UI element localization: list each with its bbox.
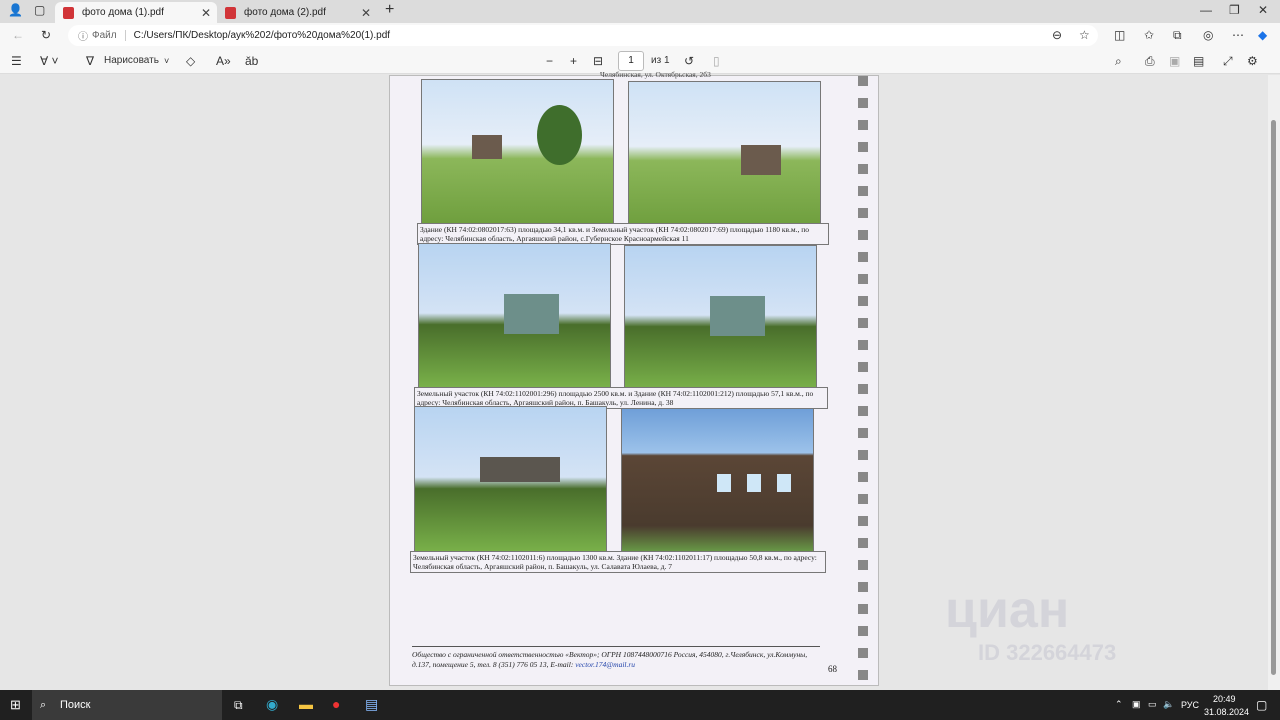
tray-chevron-icon[interactable]: ⌃ xyxy=(1115,699,1123,710)
photo-house-2b xyxy=(624,245,817,391)
photo-caption-3: Земельный участок (КН 74:02:1102011:6) п… xyxy=(410,551,826,573)
page-view-icon[interactable]: ▯ xyxy=(713,48,720,74)
draw-button[interactable]: Нарисовать xyxy=(104,48,159,74)
search-icon[interactable]: ⌕ xyxy=(1115,48,1122,74)
close-tab-icon[interactable]: ✕ xyxy=(361,6,371,20)
file-explorer-icon[interactable]: ▬ xyxy=(299,696,313,712)
tab-foto-doma-2[interactable]: фото дома (2).pdf ✕ xyxy=(217,2,377,23)
notepad-icon[interactable]: ▤ xyxy=(365,696,378,713)
save-as-icon[interactable]: ▤ xyxy=(1193,48,1204,74)
pdf-icon xyxy=(63,6,74,19)
footer-email-link[interactable]: vector.174@mail.ru xyxy=(575,660,635,669)
contents-icon[interactable]: ☰ xyxy=(11,48,22,74)
tab-title: фото дома (1).pdf xyxy=(82,7,164,18)
windows-start-icon[interactable]: ⊞ xyxy=(10,697,21,713)
pdf-icon xyxy=(225,6,236,19)
draw-dropdown-icon[interactable]: ˅ xyxy=(164,48,169,74)
page-number-input[interactable]: 1 xyxy=(618,51,644,71)
tab-bar: 👤 ▢ фото дома (1).pdf ✕ фото дома (2).pdf… xyxy=(0,0,1280,23)
pdf-page: Челябинская, ул. Октябрьская, 2б3 Здание… xyxy=(389,70,879,686)
photo-house-3a xyxy=(414,406,607,554)
volume-icon[interactable]: 🔈 xyxy=(1163,699,1174,710)
tab-title: фото дома (2).pdf xyxy=(244,7,326,18)
document-footer: Общество с ограниченной ответственностью… xyxy=(412,646,820,670)
clock-time[interactable]: 20:49 xyxy=(1213,694,1236,704)
favorite-star-icon[interactable]: ☆ xyxy=(1079,22,1090,48)
maximize-button[interactable]: ❐ xyxy=(1229,0,1240,23)
close-window-button[interactable]: ✕ xyxy=(1258,0,1268,23)
eraser-icon[interactable]: ◇ xyxy=(186,48,195,74)
scrollbar[interactable] xyxy=(1268,75,1280,690)
meet-icon[interactable]: ▣ xyxy=(1132,699,1141,710)
taskbar-search[interactable]: ⌕ Поиск xyxy=(32,690,222,720)
highlight-icon[interactable]: ∀ ˅ xyxy=(40,48,59,74)
split-screen-icon[interactable]: ◫ xyxy=(1114,22,1125,48)
draw-icon[interactable]: ∇ xyxy=(86,48,94,74)
zoom-icon[interactable]: ⊖ xyxy=(1052,22,1062,48)
new-tab-button[interactable]: + xyxy=(385,0,394,23)
language-indicator[interactable]: РУС xyxy=(1181,700,1199,710)
photo-house-2a xyxy=(418,243,611,389)
scrollbar-thumb[interactable] xyxy=(1271,120,1276,675)
photo-house-1b xyxy=(628,81,821,226)
photo-house-3b xyxy=(621,408,814,556)
file-label: Файл xyxy=(92,30,126,41)
read-aloud-icon[interactable]: A» xyxy=(216,48,231,74)
settings-icon[interactable]: ⚙ xyxy=(1247,48,1258,74)
minimize-button[interactable]: — xyxy=(1200,0,1212,23)
copilot-icon[interactable]: ◆ xyxy=(1258,22,1267,48)
save-icon[interactable]: ▣ xyxy=(1169,48,1180,74)
back-icon[interactable]: ← xyxy=(12,22,24,48)
photo-caption-1: Здание (КН 74:02:0802017:63) площадью 34… xyxy=(417,223,829,245)
zoom-out-icon[interactable]: − xyxy=(546,48,553,74)
address-input[interactable]: ⓘ Файл C:/Users/ПК/Desktop/аук%202/фото%… xyxy=(68,25,1098,46)
zoom-in-icon[interactable]: + xyxy=(570,48,577,74)
cut-off-text: Челябинская, ул. Октябрьская, 2б3 xyxy=(600,70,711,79)
profile-icon[interactable]: 👤 xyxy=(8,0,23,23)
notifications-icon[interactable]: ▢ xyxy=(1256,698,1267,712)
translate-icon[interactable]: ǎb xyxy=(245,48,258,74)
print-icon[interactable]: ⎙ xyxy=(1145,48,1155,74)
address-bar-row: ← ↻ ⓘ Файл C:/Users/ПК/Desktop/аук%202/ф… xyxy=(0,23,1280,48)
collections-icon[interactable]: ⧉ xyxy=(1173,22,1182,48)
fullscreen-icon[interactable]: ⤢ xyxy=(1223,48,1233,74)
tab-foto-doma-1[interactable]: фото дома (1).pdf ✕ xyxy=(55,2,217,23)
cian-watermark: циан xyxy=(945,581,1070,639)
taskbar: ⊞ ⌕ Поиск ⧉ ◉ ▬ ● ▤ ⌃ ▣ ▭ 🔈 РУС 20:49 31.… xyxy=(0,690,1280,720)
url-text: C:/Users/ПК/Desktop/аук%202/фото%20дома%… xyxy=(133,30,391,41)
tab-actions-icon[interactable]: ▢ xyxy=(34,0,45,23)
more-icon[interactable]: ⋯ xyxy=(1232,22,1244,48)
info-icon: ⓘ xyxy=(78,32,88,43)
network-icon[interactable]: ▭ xyxy=(1148,699,1157,710)
search-icon: ⌕ xyxy=(40,698,47,711)
search-label: Поиск xyxy=(60,699,91,711)
edge-icon[interactable]: ◉ xyxy=(266,696,278,713)
page-number: 68 xyxy=(828,664,837,674)
yandex-icon[interactable]: ● xyxy=(332,696,340,712)
favorites-icon[interactable]: ✩ xyxy=(1144,22,1154,48)
close-tab-icon[interactable]: ✕ xyxy=(201,6,211,20)
refresh-icon[interactable]: ↻ xyxy=(41,22,51,48)
photo-house-1a xyxy=(421,79,614,224)
extensions-icon[interactable]: ◎ xyxy=(1203,22,1213,48)
binding-spiral xyxy=(858,76,868,685)
watermark-id: ID 322664473 xyxy=(978,640,1117,665)
clock-date[interactable]: 31.08.2024 xyxy=(1204,707,1249,717)
task-view-icon[interactable]: ⧉ xyxy=(234,698,243,713)
